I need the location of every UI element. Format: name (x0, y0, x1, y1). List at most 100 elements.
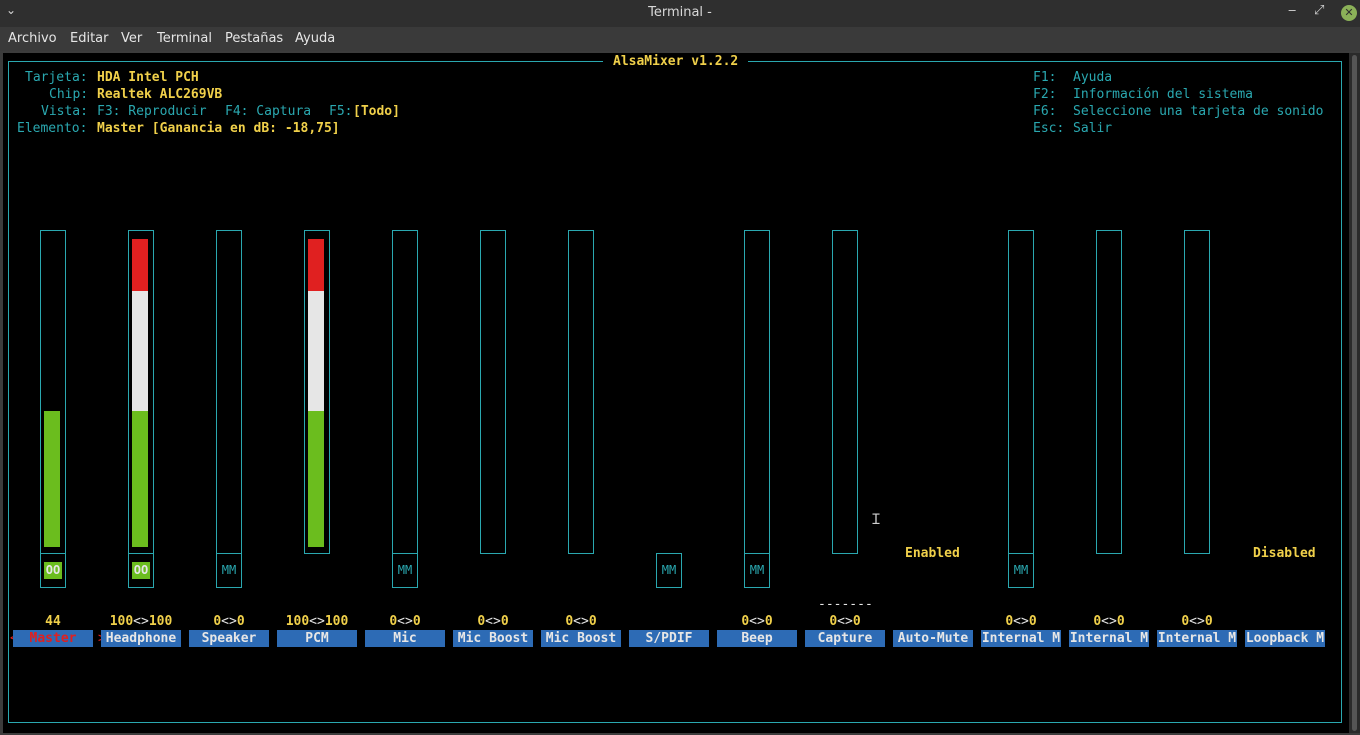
help-esc-text: Salir (1073, 121, 1113, 136)
volume-value: 44 (9, 613, 97, 630)
volume-separator: <> (309, 614, 325, 629)
volume-fill-low (132, 411, 148, 547)
volume-right: 0 (852, 614, 861, 629)
scrollbar[interactable] (1349, 53, 1360, 733)
mute-state: MM (749, 563, 765, 577)
channel-name[interactable]: Beep (717, 630, 797, 647)
volume-value: 0<>0 (1065, 613, 1153, 630)
channel-name[interactable]: Internal M (981, 630, 1061, 647)
volume-bar[interactable] (1184, 230, 1210, 554)
volume-right: 0 (588, 614, 597, 629)
menu-editar[interactable]: Editar (70, 31, 109, 46)
volume-fill-low (308, 411, 324, 547)
menu-ver[interactable]: Ver (121, 31, 142, 46)
help-f1-key: F1: (1033, 70, 1057, 85)
channel-name[interactable]: PCM (277, 630, 357, 647)
element-label: Elemento: (17, 121, 88, 136)
mute-switch[interactable]: MM (744, 553, 770, 588)
mute-switch[interactable]: MM (392, 553, 418, 588)
view-all-key[interactable]: F5: (329, 103, 352, 120)
volume-separator: <> (485, 614, 501, 629)
mute-state: MM (397, 563, 413, 577)
channel-name[interactable]: Speaker (189, 630, 269, 647)
close-icon[interactable]: ✕ (1341, 5, 1357, 21)
menu-archivo[interactable]: Archivo (8, 31, 57, 46)
volume-bar[interactable] (480, 230, 506, 554)
volume-left: 0 (1005, 614, 1014, 629)
channel-name[interactable]: Headphone (101, 630, 181, 647)
volume-fill-mid (132, 291, 148, 411)
help-f2-text: Información del sistema (1073, 87, 1254, 102)
channel-name[interactable]: Capture (805, 630, 885, 647)
alsamixer-title: AlsaMixer v1.2.2 (603, 53, 749, 70)
menu-terminal[interactable]: Terminal (157, 31, 212, 46)
volume-left: 0 (477, 614, 486, 629)
volume-right: 100 (324, 614, 349, 629)
volume-left: 100 (109, 614, 134, 629)
volume-bar[interactable] (128, 230, 154, 554)
volume-bar[interactable] (40, 230, 66, 554)
menu-ayuda[interactable]: Ayuda (295, 31, 335, 46)
chip-label: Chip: (49, 87, 89, 102)
terminal-area[interactable]: AlsaMixer v1.2.2 Tarjeta: HDA Intel PCH … (3, 53, 1349, 733)
volume-separator: <> (573, 614, 589, 629)
volume-bar[interactable] (304, 230, 330, 554)
channel-name[interactable]: Internal M (1069, 630, 1149, 647)
volume-value: 0<>0 (801, 613, 889, 630)
volume-bar[interactable] (216, 230, 242, 554)
volume-value: 0<>0 (1153, 613, 1241, 630)
volume-left: 0 (389, 614, 398, 629)
volume-left: 44 (45, 614, 61, 629)
volume-bar[interactable] (568, 230, 594, 554)
channel-name[interactable]: Auto-Mute (893, 630, 973, 647)
volume-right: 0 (236, 614, 245, 629)
window-title: Terminal - (648, 5, 712, 20)
volume-value: 0<>0 (713, 613, 801, 630)
volume-right: 0 (1204, 614, 1213, 629)
volume-right: 0 (764, 614, 773, 629)
channel-name[interactable]: Mic Boost (541, 630, 621, 647)
help-f6-text: Seleccione una tarjeta de sonido (1073, 104, 1324, 119)
volume-bar[interactable] (1096, 230, 1122, 554)
mute-switch[interactable]: MM (656, 553, 682, 588)
channel-name[interactable]: Mic Boost (453, 630, 533, 647)
volume-separator: <> (1013, 614, 1029, 629)
menu-pestanas[interactable]: Pestañas (225, 31, 283, 46)
volume-value: 0<>0 (449, 613, 537, 630)
mute-switch[interactable]: MM (1008, 553, 1034, 588)
volume-bar[interactable] (832, 230, 858, 554)
menubar: Archivo Editar Ver Terminal Pestañas Ayu… (0, 27, 1360, 51)
volume-separator: <> (837, 614, 853, 629)
volume-bar[interactable] (1008, 230, 1034, 554)
mute-state: MM (221, 563, 237, 577)
restore-icon[interactable]: ⤢ (1314, 3, 1324, 18)
view-capture[interactable]: F4: Captura (225, 103, 311, 120)
scrollbar-thumb[interactable] (1352, 55, 1357, 731)
chip-value: Realtek ALC269VB (97, 87, 223, 102)
channel-name[interactable]: Internal M (1157, 630, 1237, 647)
channel-name[interactable]: Master (13, 630, 93, 647)
view-label: Vista: (41, 104, 88, 119)
volume-fill-mid (308, 291, 324, 411)
volume-fill-high (132, 239, 148, 291)
volume-separator: <> (397, 614, 413, 629)
channel-name[interactable]: Loopback M (1245, 630, 1325, 647)
volume-value: 0<>0 (977, 613, 1065, 630)
channel-name[interactable]: Mic (365, 630, 445, 647)
volume-right: 0 (500, 614, 509, 629)
text-cursor-icon: Ｉ (869, 512, 883, 528)
mute-switch[interactable]: OO (40, 553, 66, 588)
view-play[interactable]: F3: Reproducir (97, 103, 207, 120)
volume-right: 0 (1116, 614, 1125, 629)
volume-bar[interactable] (744, 230, 770, 554)
mute-switch[interactable]: MM (216, 553, 242, 588)
switch-state[interactable]: Enabled (905, 545, 960, 562)
volume-value: 0<>0 (361, 613, 449, 630)
volume-left: 0 (829, 614, 838, 629)
mute-switch[interactable]: OO (128, 553, 154, 588)
channel-name[interactable]: S/PDIF (629, 630, 709, 647)
minimize-icon[interactable]: ‒ (1288, 3, 1296, 18)
switch-state[interactable]: Disabled (1253, 545, 1316, 562)
element-value: Master [Ganancia en dB: -18,75] (97, 121, 340, 136)
volume-bar[interactable] (392, 230, 418, 554)
